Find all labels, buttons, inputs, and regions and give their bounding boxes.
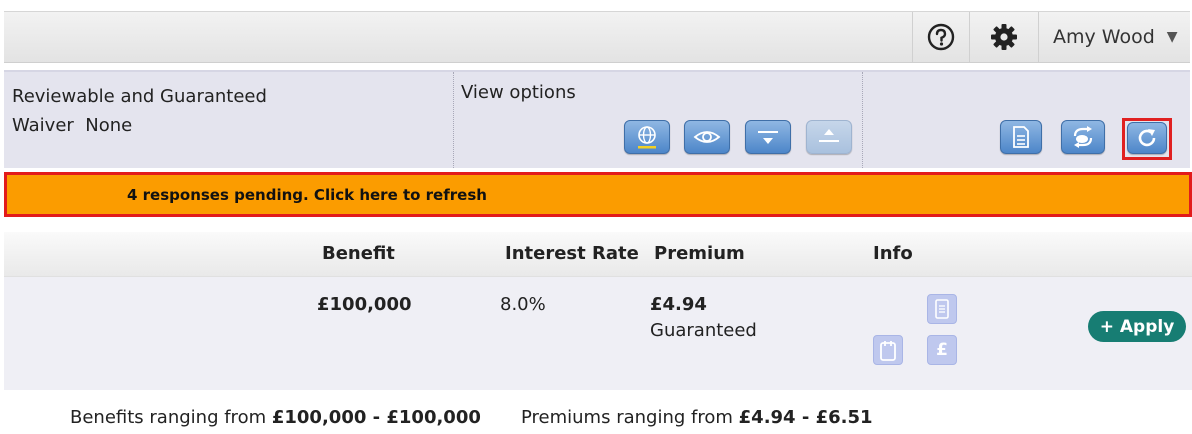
column-premium: Premium — [654, 243, 745, 264]
document-icon — [935, 299, 949, 319]
benefits-range-value: £100,000 - £100,000 — [271, 407, 481, 428]
view-options-label: View options — [461, 82, 576, 103]
premiums-range-value: £4.94 - £6.51 — [738, 407, 873, 428]
swap-button[interactable] — [1061, 120, 1105, 154]
collapse-up-icon — [819, 129, 839, 142]
eye-icon — [693, 131, 721, 143]
top-bar: Amy Wood ▼ — [4, 11, 1190, 63]
range-summary: Benefits ranging from £100,000 - £100,00… — [0, 390, 1044, 434]
settings-button[interactable] — [969, 12, 1038, 62]
table-header: Benefit Interest Rate Premium Info — [4, 232, 1192, 277]
benefits-range-text: Benefits ranging from £100,000 - £100,00… — [70, 407, 481, 428]
pound-info-button[interactable]: £ — [927, 335, 957, 365]
premium-note: Guaranteed — [650, 320, 757, 341]
globe-icon — [638, 126, 656, 149]
view-button[interactable] — [684, 120, 730, 154]
divider — [862, 72, 863, 168]
chevron-down-icon: ▼ — [1166, 29, 1178, 45]
divider — [453, 72, 454, 168]
notepad-info-button[interactable] — [873, 335, 903, 365]
interest-rate-value: 8.0% — [500, 294, 546, 315]
benefit-value: £100,000 — [317, 294, 412, 315]
waiver-label: Waiver None — [12, 115, 133, 136]
column-interest-rate: Interest Rate — [505, 243, 639, 264]
column-info: Info — [873, 243, 913, 264]
swap-icon — [1073, 126, 1093, 148]
help-icon — [927, 23, 955, 51]
expand-button[interactable] — [745, 120, 791, 154]
pound-icon: £ — [936, 340, 948, 360]
premiums-range-text: Premiums ranging from £4.94 - £6.51 — [521, 407, 873, 428]
globe-view-button[interactable] — [624, 120, 670, 154]
user-name: Amy Wood — [1053, 26, 1155, 48]
gear-icon — [991, 24, 1017, 50]
policy-type-label: Reviewable and Guaranteed — [12, 86, 267, 107]
pending-responses-banner[interactable]: 4 responses pending. Click here to refre… — [4, 172, 1192, 217]
document-button[interactable] — [1000, 120, 1042, 154]
help-button[interactable] — [912, 12, 969, 62]
options-panel: Reviewable and Guaranteed Waiver None Vi… — [4, 70, 1190, 168]
document-icon — [1013, 126, 1029, 148]
table-row: £100,000 8.0% £4.94 Guaranteed £ + Apply — [4, 277, 1192, 390]
collapse-button[interactable] — [806, 120, 852, 154]
expand-down-icon — [758, 131, 778, 144]
banner-text[interactable]: 4 responses pending. Click here to refre… — [127, 186, 487, 204]
document-info-button[interactable] — [927, 294, 957, 324]
benefits-range-prefix: Benefits ranging from — [70, 407, 267, 428]
refresh-highlight — [1122, 118, 1172, 160]
premium-value: £4.94 — [650, 294, 707, 315]
policy-info: Reviewable and Guaranteed Waiver None — [12, 82, 267, 140]
apply-button[interactable]: + Apply — [1088, 311, 1186, 342]
notepad-icon — [880, 341, 896, 361]
user-menu[interactable]: Amy Wood ▼ — [1038, 12, 1190, 62]
column-benefit: Benefit — [322, 243, 395, 264]
premiums-range-prefix: Premiums ranging from — [521, 407, 733, 428]
